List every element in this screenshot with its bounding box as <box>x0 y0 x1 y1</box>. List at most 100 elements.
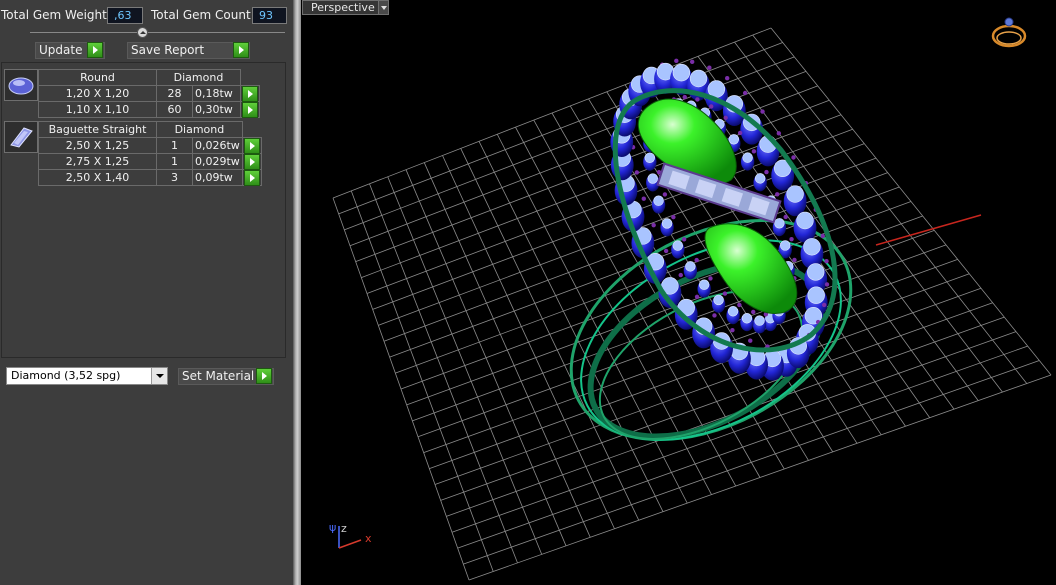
prong <box>671 214 676 220</box>
view-mode-dropdown[interactable]: Perspective <box>302 0 384 15</box>
gem-size: 1,20 X 1,20 <box>38 85 157 102</box>
grid-line <box>406 215 923 406</box>
halo-gem-table <box>661 218 673 229</box>
prong <box>792 257 797 263</box>
total-gem-weight-label: Total Gem Weight <box>1 8 107 22</box>
gem-weight: 0,18tw <box>192 85 241 102</box>
halo-gem-table <box>653 195 664 206</box>
prong <box>776 131 782 136</box>
halo-gem-table <box>672 240 684 251</box>
material-select[interactable]: Diamond (3,52 spg) <box>6 367 168 385</box>
gem-list: Round Diamond 1,20 X 1,20 28 0,18tw 1,10… <box>1 62 286 358</box>
panel-splitter[interactable] <box>293 0 301 585</box>
viewport-scene: ψ z x <box>329 17 1052 581</box>
prong <box>820 233 825 239</box>
halo-gem-table <box>672 63 691 82</box>
gem-count: 1 <box>156 137 193 154</box>
prong <box>737 130 743 136</box>
halo-gem-table <box>803 238 821 256</box>
halo-gem-table <box>807 286 825 304</box>
gem-count: 1 <box>156 153 193 170</box>
halo-gem-table <box>713 294 724 306</box>
prong <box>760 109 765 114</box>
gem-shape-header: Baguette Straight <box>38 121 157 138</box>
halo-gem-table <box>644 152 656 163</box>
prong <box>663 248 669 254</box>
grid-line <box>463 360 1040 565</box>
gem-material-header: Diamond <box>156 121 243 138</box>
prong <box>751 309 756 315</box>
table-row[interactable]: 2,50 X 1,40 3 0,09tw <box>38 169 262 186</box>
baguette-gem-icon[interactable] <box>4 121 38 153</box>
table-row[interactable]: 1,20 X 1,20 28 0,18tw <box>38 85 260 102</box>
prong <box>682 94 687 100</box>
save-report-go-icon[interactable] <box>233 42 249 58</box>
halo-gem-table <box>685 261 696 272</box>
go-arrow-icon[interactable] <box>243 154 260 170</box>
set-material-go-icon[interactable] <box>256 368 272 384</box>
prong <box>695 97 700 102</box>
prong <box>662 192 668 197</box>
slider-knob-icon[interactable] <box>137 27 148 38</box>
gem-size: 1,10 X 1,10 <box>38 101 157 118</box>
gem-size: 2,50 X 1,25 <box>38 137 157 154</box>
panel-slider-track[interactable] <box>30 32 285 33</box>
gem-table-header: Round Diamond <box>38 69 260 86</box>
go-arrow-icon[interactable] <box>242 86 258 102</box>
prong <box>689 59 695 65</box>
chevron-down-icon[interactable] <box>151 368 167 384</box>
prong <box>783 214 788 220</box>
prong <box>751 149 757 154</box>
prong <box>709 104 714 109</box>
set-material-button-label: Set Material <box>182 369 255 383</box>
table-row[interactable]: 2,75 X 1,25 1 0,029tw <box>38 153 262 170</box>
halo-gem-table <box>754 173 766 184</box>
table-row[interactable]: 1,10 X 1,10 60 0,30tw <box>38 101 260 118</box>
ring-nav-icon[interactable] <box>991 17 1027 48</box>
gem-count: 60 <box>156 101 193 118</box>
update-go-icon[interactable] <box>87 42 103 58</box>
halo-gem-table <box>754 315 765 326</box>
halo-gem-table <box>774 218 785 229</box>
go-arrow-icon[interactable] <box>243 170 260 186</box>
gem-table-header: Baguette Straight Diamond <box>38 121 262 138</box>
prong <box>678 272 683 278</box>
save-report-button-label: Save Report <box>131 43 205 57</box>
prong <box>723 115 728 120</box>
round-gem-icon[interactable] <box>4 69 38 101</box>
view-mode-label: Perspective <box>311 1 375 14</box>
gem-weight: 0,30tw <box>192 101 241 118</box>
table-row[interactable]: 2,50 X 1,25 1 0,026tw <box>38 137 262 154</box>
3d-viewport[interactable]: ψ z x Perspective <box>301 0 1056 585</box>
gem-weight: 0,029tw <box>192 153 243 170</box>
svg-text:ψ: ψ <box>329 521 336 534</box>
prong <box>775 192 780 197</box>
grid-line <box>457 345 1028 549</box>
gem-material-header: Diamond <box>156 69 241 86</box>
prong <box>824 258 829 264</box>
halo-gem-table <box>796 211 814 230</box>
axis-z-label: z <box>341 522 347 535</box>
prong <box>789 236 794 242</box>
gem-count: 28 <box>156 85 193 102</box>
prong <box>694 257 699 263</box>
prong <box>634 170 640 175</box>
prong <box>674 58 679 64</box>
halo-gem-table <box>647 173 658 184</box>
go-arrow-icon[interactable] <box>242 102 258 118</box>
total-gem-weight-value: ,63 <box>107 7 143 24</box>
go-arrow-icon[interactable] <box>243 138 260 154</box>
save-report-button[interactable]: Save Report <box>127 42 250 59</box>
prong <box>712 313 717 318</box>
halo-gem-table <box>698 279 710 290</box>
gem-report-panel: Total Gem Weight ,63 Total Gem Count 93 … <box>0 0 293 585</box>
gem-count: 3 <box>156 169 193 186</box>
gem-size: 2,75 X 1,25 <box>38 153 157 170</box>
prong <box>824 282 830 287</box>
gem-weight: 0,026tw <box>192 137 243 154</box>
chevron-down-icon[interactable] <box>378 0 389 15</box>
halo-gem-table <box>807 263 825 281</box>
axis-x-label: x <box>365 532 372 545</box>
prong <box>641 196 646 201</box>
prong <box>742 90 748 96</box>
